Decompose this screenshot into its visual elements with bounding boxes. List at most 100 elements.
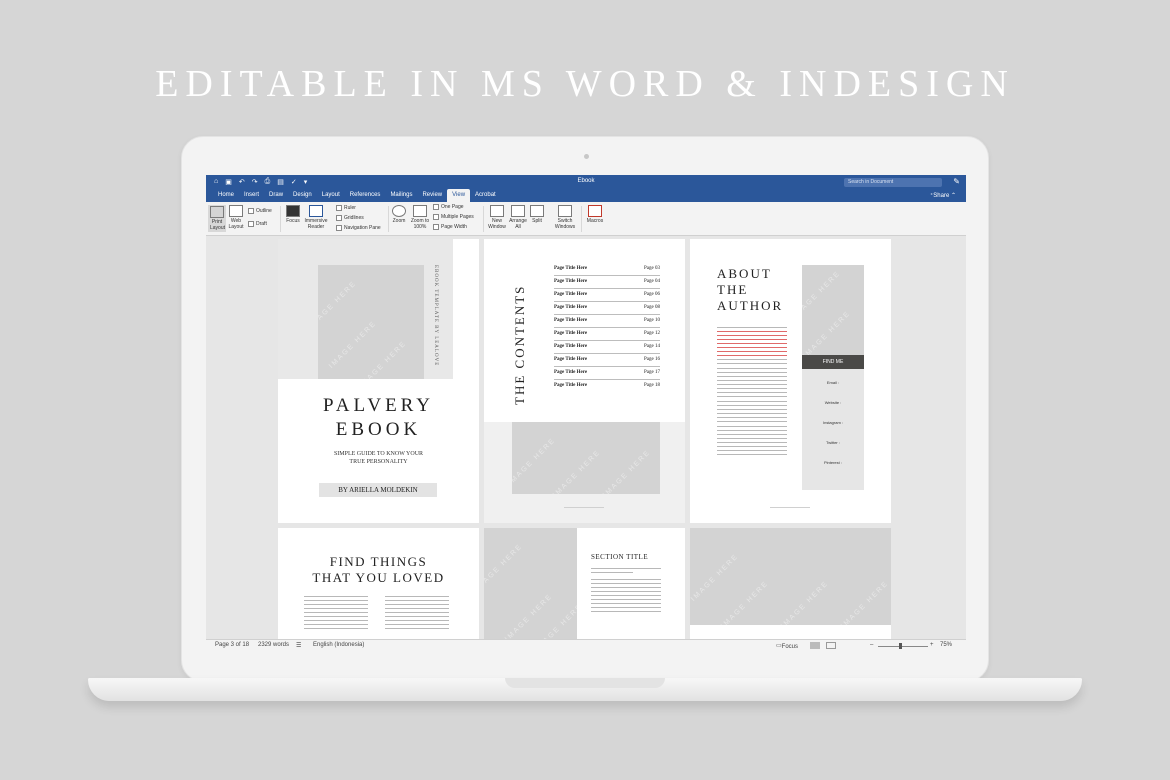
zoom-slider-thumb[interactable] (899, 643, 902, 649)
toc-row[interactable]: Page Title Here Page 03 (554, 263, 660, 276)
draft-button[interactable]: Draft (248, 221, 267, 227)
tab-mailings[interactable]: Mailings (385, 189, 417, 202)
title-bar: ⌂ ▣ ↶ ↷ ⎙ ▤ ✓ ▾ Ebook Search in Document… (206, 175, 966, 189)
gridlines-label: Gridlines (344, 215, 364, 221)
page-about-author: ABOUT THE AUTHOR IMAGE HERE IMAGE HERE F… (690, 239, 891, 523)
toc-row[interactable]: Page Title Here Page 12 (554, 328, 660, 341)
draft-label: Draft (256, 221, 267, 227)
about-heading-line1: ABOUT (717, 266, 772, 281)
immersive-reader-button[interactable]: Immersive Reader (303, 205, 329, 230)
section-body-text (591, 568, 661, 615)
document-canvas[interactable]: IMAGE HERE IMAGE HERE IMAGE HERE EBOOK T… (206, 236, 966, 639)
word-count[interactable]: 2329 words (258, 642, 289, 648)
search-input[interactable]: Search in Document (844, 178, 942, 187)
tab-acrobat[interactable]: Acrobat (470, 189, 501, 202)
toc-row[interactable]: Page Title Here Page 18 (554, 380, 660, 393)
toc-row[interactable]: Page Title Here Page 06 (554, 289, 660, 302)
find-things-column-right (385, 596, 449, 632)
outline-label: Outline (256, 208, 272, 214)
focus-mode-button[interactable]: ▭ Focus (776, 642, 798, 650)
focus-button[interactable]: Focus (284, 205, 302, 224)
zoom-label: Zoom (392, 218, 406, 224)
page-counter[interactable]: Page 3 of 18 (215, 642, 249, 648)
focus-mode-label: Focus (781, 644, 799, 650)
contact-pinterest-label: Pinterest : (823, 460, 842, 465)
toc-row[interactable]: Page Title Here Page 04 (554, 276, 660, 289)
tab-insert[interactable]: Insert (239, 189, 264, 202)
one-page-button[interactable]: One Page (433, 204, 464, 210)
toc-row[interactable]: Page Title Here Page 10 (554, 315, 660, 328)
tab-review[interactable]: Review (417, 189, 447, 202)
cover-subtitle-line1: SIMPLE GUIDE TO KNOW YOUR (333, 451, 424, 457)
tab-references[interactable]: References (345, 189, 386, 202)
tab-layout[interactable]: Layout (317, 189, 345, 202)
contact-email-label: Email : (826, 380, 840, 385)
multiple-pages-button[interactable]: Multiple Pages (433, 214, 474, 220)
language-indicator[interactable]: English (Indonesia) (313, 642, 364, 648)
page-section: IMAGE HERE IMAGE HERE IMAGE HERE SECTION… (484, 528, 685, 639)
about-heading-line3: AUTHOR (717, 298, 784, 313)
account-icon[interactable]: ✎ (953, 177, 960, 186)
zoom-100-button[interactable]: Zoom to 100% (409, 205, 431, 230)
cover-vertical-text: EBOOK TEMPLATE BY LEALOVE (433, 265, 438, 367)
laptop-notch (505, 678, 665, 688)
navigation-pane-checkbox[interactable]: Navigation Pane (336, 225, 381, 231)
zoom-button[interactable]: Zoom (391, 205, 407, 224)
print-layout-button[interactable]: Print Layout (208, 205, 226, 232)
toc-row[interactable]: Page Title Here Page 08 (554, 302, 660, 315)
web-layout-button[interactable]: Web Layout (227, 205, 245, 230)
tab-design[interactable]: Design (288, 189, 317, 202)
web-layout-view-button[interactable] (826, 642, 836, 649)
split-button[interactable]: Split (529, 205, 545, 224)
cover-title-line1: PALVERY (322, 395, 435, 416)
gridlines-checkbox[interactable]: Gridlines (336, 215, 364, 221)
toc-row[interactable]: Page Title Here Page 14 (554, 341, 660, 354)
page-contents: THE CONTENTS Page Title Here Page 03 Page… (484, 239, 685, 523)
contact-instagram-label: Instagram : (822, 420, 843, 425)
web-layout-label: Web Layout (228, 218, 244, 230)
laptop-base (88, 678, 1082, 701)
macros-label: Macros (586, 218, 604, 224)
toc-list: Page Title Here Page 03 Page Title Here Pa… (554, 263, 660, 403)
toc-row[interactable]: Page Title Here Page 16 (554, 354, 660, 367)
print-layout-view-button[interactable] (810, 642, 820, 649)
new-window-button[interactable]: New Window (487, 205, 507, 230)
macros-button[interactable]: Macros (585, 205, 605, 224)
contents-image-placeholder: IMAGE HERE IMAGE HERE IMAGE HERE (512, 422, 660, 494)
word-window: ⌂ ▣ ↶ ↷ ⎙ ▤ ✓ ▾ Ebook Search in Document… (206, 175, 966, 651)
full-image-placeholder: IMAGE HERE IMAGE HERE IMAGE HERE IMAGE H… (690, 528, 891, 625)
proofing-icon[interactable]: ☰ (296, 642, 301, 649)
contact-twitter-label: Twitter : (825, 440, 840, 445)
focus-label: Focus (286, 218, 300, 224)
page-cover: IMAGE HERE IMAGE HERE IMAGE HERE EBOOK T… (278, 239, 479, 523)
one-page-label: One Page (441, 204, 464, 210)
switch-windows-button[interactable]: Switch Windows (553, 205, 577, 230)
cover-title-line2: EBOOK (335, 419, 422, 440)
tab-draw[interactable]: Draw (264, 189, 288, 202)
ruler-checkbox[interactable]: Ruler (336, 205, 356, 211)
ribbon-divider (581, 206, 582, 232)
zoom-out-button[interactable]: – (870, 642, 873, 648)
new-window-label: New Window (488, 218, 506, 230)
page-width-label: Page Width (441, 224, 467, 230)
headline: EDITABLE IN MS WORD & INDESIGN (155, 63, 1015, 105)
section-title: SECTION TITLE (591, 553, 649, 561)
zoom-in-button[interactable]: + (930, 642, 934, 648)
find-things-line1: FIND THINGS (329, 554, 428, 569)
arrange-all-button[interactable]: Arrange All (509, 205, 527, 230)
split-label: Split (532, 218, 542, 224)
page-image: IMAGE HERE IMAGE HERE IMAGE HERE IMAGE H… (690, 528, 891, 639)
zoom-percentage[interactable]: 75% (940, 642, 952, 648)
ribbon-tabs: Home Insert Draw Design Layout Reference… (206, 189, 966, 202)
page-width-button[interactable]: Page Width (433, 224, 467, 230)
print-layout-label: Print Layout (210, 219, 226, 231)
about-footer (770, 507, 810, 508)
tab-view[interactable]: View (447, 189, 471, 202)
about-heading-line2: THE (717, 282, 749, 297)
outline-button[interactable]: Outline (248, 208, 272, 214)
find-me-bar: FIND ME (802, 355, 864, 369)
toc-row[interactable]: Page Title Here Page 17 (554, 367, 660, 380)
share-button[interactable]: ⁺Share ⌃ (930, 192, 956, 199)
tab-home[interactable]: Home (213, 189, 239, 202)
zoom-slider[interactable] (878, 646, 928, 647)
